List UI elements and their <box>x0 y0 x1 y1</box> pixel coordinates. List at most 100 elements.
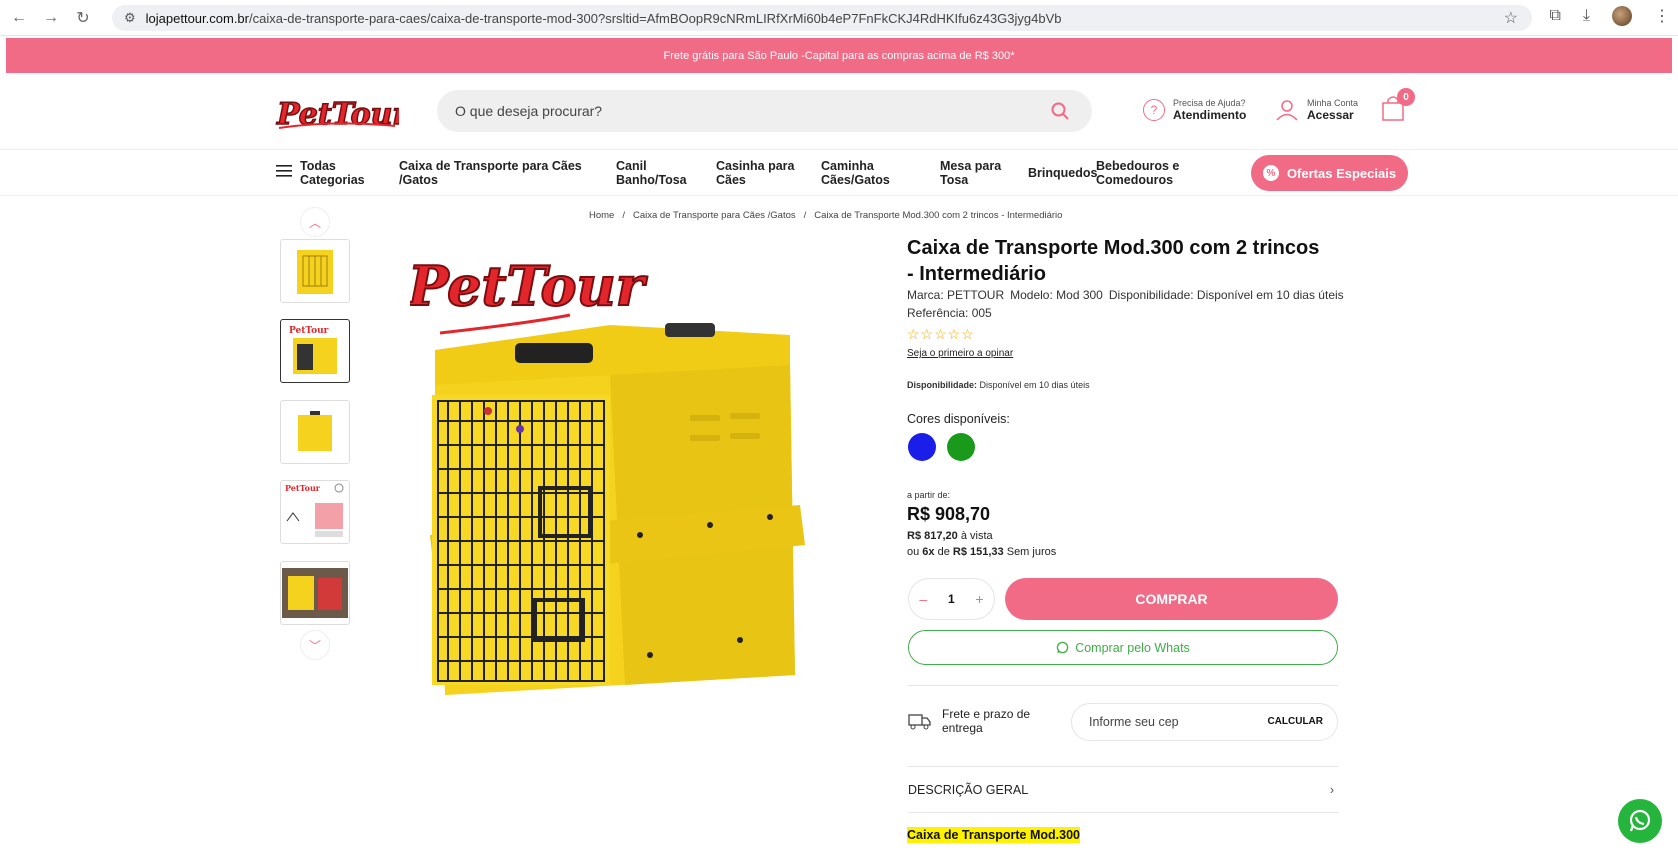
description-title: DESCRIÇÃO GERAL <box>908 783 1029 797</box>
nav-line2: Cães <box>716 173 746 187</box>
main-product-image[interactable]: PetTour <box>410 255 870 725</box>
cash-price-line: R$ 817,20 à vista <box>907 530 993 542</box>
percent-badge-icon: % <box>1262 165 1279 181</box>
help-link[interactable]: ? Precisa de Ajuda? Atendimento <box>1143 98 1246 122</box>
availability-label: Disponibilidade: <box>907 380 978 390</box>
nav-line1: Brinquedos <box>1028 166 1098 180</box>
svg-text:PetTour: PetTour <box>289 326 329 336</box>
shipping-label-group: Frete e prazo de entrega <box>908 707 1034 735</box>
account-link[interactable]: Minha Conta Acessar <box>1275 98 1358 122</box>
rating-stars[interactable]: ☆☆☆☆☆ <box>907 326 975 343</box>
price-from-label: a partir de: <box>907 490 951 500</box>
description-accordion[interactable]: DESCRIÇÃO GERAL › <box>908 783 1338 797</box>
nav-item-caminha[interactable]: Caminha Cães/Gatos <box>821 159 890 187</box>
shipping-label: Frete e prazo de entrega <box>942 707 1031 735</box>
reload-icon[interactable]: ↻ <box>70 5 96 31</box>
address-bar[interactable]: ⚙ lojapettour.com.br/caixa-de-transporte… <box>112 5 1532 31</box>
help-question-icon: ? <box>1143 99 1165 121</box>
nav-line1: Caixa de Transporte para Cães <box>399 159 582 173</box>
whatsapp-buy-button[interactable]: Comprar pelo Whats <box>908 630 1338 665</box>
account-bold-label: Acessar <box>1307 108 1354 122</box>
nav-item-mesa[interactable]: Mesa para Tosa <box>940 159 1001 187</box>
nav-line2: Comedouros <box>1096 173 1174 187</box>
product-thumb-image <box>297 250 333 294</box>
product-thumb-image <box>282 568 348 618</box>
chevron-down-icon: ﹀ <box>308 638 321 653</box>
inst-value: R$ 151,33 <box>952 546 1004 558</box>
account-small-label: Minha Conta <box>1307 98 1359 108</box>
inst-de: de <box>934 546 953 558</box>
product-model: Modelo: Mod 300 <box>1010 288 1103 302</box>
nav-item-bebedouros[interactable]: Bebedouros e Comedouros <box>1096 159 1179 187</box>
thumb-scroll-down-button[interactable]: ﹀ <box>300 630 330 660</box>
whatsapp-float-button[interactable] <box>1618 799 1662 843</box>
offers-label: Ofertas Especiais <box>1286 165 1397 181</box>
search-icon[interactable] <box>1050 101 1070 121</box>
thumbnail-4[interactable]: PetTour <box>280 480 350 544</box>
nav-item-transport-box[interactable]: Caixa de Transporte para Cães/Gatos <box>399 159 582 187</box>
buy-button[interactable]: COMPRAR <box>1005 578 1338 620</box>
cart-count-badge: 0 <box>1397 88 1415 106</box>
qty-decrease-button[interactable]: – <box>919 591 927 607</box>
breadcrumb-current: Caixa de Transporte Mod.300 com 2 trinco… <box>814 210 1063 221</box>
product-thumb-image: PetTour <box>289 326 337 374</box>
divider <box>908 685 1338 686</box>
nav-all-line2: Categorias <box>300 173 365 187</box>
thumb-scroll-up-button[interactable]: ︿ <box>300 207 330 237</box>
menu-kebab-icon[interactable]: ⋮ <box>1654 6 1670 26</box>
thumbnail-3[interactable] <box>280 400 350 464</box>
breadcrumb-category[interactable]: Caixa de Transporte para Cães /Gatos <box>633 210 796 221</box>
extensions-icon[interactable]: ⧉ <box>1549 7 1560 25</box>
hamburger-menu-icon[interactable] <box>276 164 292 178</box>
breadcrumb-sep: / <box>622 210 625 221</box>
nav-item-casinha[interactable]: Casinha para Cães <box>716 159 795 187</box>
nav-line1: Mesa para <box>940 159 1002 173</box>
chevron-up-icon: ︿ <box>308 215 321 230</box>
svg-text:PetTour: PetTour <box>285 483 321 493</box>
promo-banner: Frete grátis para São Paulo -Capital par… <box>6 38 1672 73</box>
thumbnail-2[interactable]: PetTour <box>280 319 350 383</box>
inst-count: 6x <box>922 546 935 558</box>
color-swatch-blue[interactable] <box>908 433 936 461</box>
product-meta: Marca: PETTOUR Modelo: Mod 300 Disponibili… <box>907 286 1350 322</box>
back-icon[interactable]: ← <box>6 5 32 31</box>
product-price: R$ 908,70 <box>907 504 991 524</box>
inst-prefix: ou <box>907 546 923 558</box>
nav-line2: Banho/Tosa <box>616 173 687 187</box>
nav-item-canil[interactable]: Canil Banho/Tosa <box>616 159 687 187</box>
color-swatch-green[interactable] <box>947 433 975 461</box>
site-settings-icon[interactable]: ⚙ <box>124 10 136 26</box>
product-reference: Referência: 005 <box>907 306 992 320</box>
special-offers-button[interactable]: % Ofertas Especiais <box>1251 155 1408 191</box>
qty-value[interactable]: 1 <box>948 592 955 606</box>
first-review-link[interactable]: Seja o primeiro a opinar <box>907 348 1013 359</box>
thumbnail-5[interactable] <box>280 561 350 625</box>
cart-button[interactable]: 0 <box>1380 88 1415 124</box>
forward-icon[interactable]: → <box>38 5 64 31</box>
breadcrumb-sep: / <box>803 210 807 221</box>
nav-item-brinquedos[interactable]: Brinquedos <box>1028 166 1097 180</box>
calculate-shipping-button[interactable]: CALCULAR <box>1267 716 1323 727</box>
nav-all-categories[interactable]: Todas Categorias <box>300 159 365 187</box>
download-icon[interactable]: ⤓ <box>1583 7 1590 25</box>
quantity-stepper: – 1 + <box>908 578 995 620</box>
pettour-logo[interactable]: PetTour <box>275 90 399 134</box>
help-bold-label: Atendimento <box>1173 108 1247 122</box>
thumbnail-1[interactable] <box>280 239 350 303</box>
breadcrumb-home[interactable]: Home <box>589 210 614 221</box>
product-brand: Marca: PETTOUR <box>907 288 1005 302</box>
qty-increase-button[interactable]: + <box>975 591 983 607</box>
promo-text: Frete grátis para São Paulo -Capital par… <box>663 49 1015 62</box>
search-input[interactable] <box>455 103 1015 119</box>
url-path: /caixa-de-transporte-para-caes/caixa-de-… <box>249 10 1062 26</box>
breadcrumb: Home / Caixa de Transporte para Cães /Ga… <box>589 210 1062 221</box>
bookmark-star-icon[interactable]: ☆ <box>1504 8 1518 28</box>
availability-value: Disponível em 10 dias úteis <box>977 380 1090 390</box>
whatsapp-buy-label: Comprar pelo Whats <box>1075 640 1190 655</box>
cep-input[interactable] <box>1089 715 1239 729</box>
profile-avatar[interactable] <box>1612 6 1632 26</box>
user-icon <box>1276 100 1298 121</box>
help-small-label: Precisa de Ajuda? <box>1173 98 1246 108</box>
url-host: lojapettour.com.br <box>145 10 249 26</box>
nav-line2: /Gatos <box>399 173 438 187</box>
